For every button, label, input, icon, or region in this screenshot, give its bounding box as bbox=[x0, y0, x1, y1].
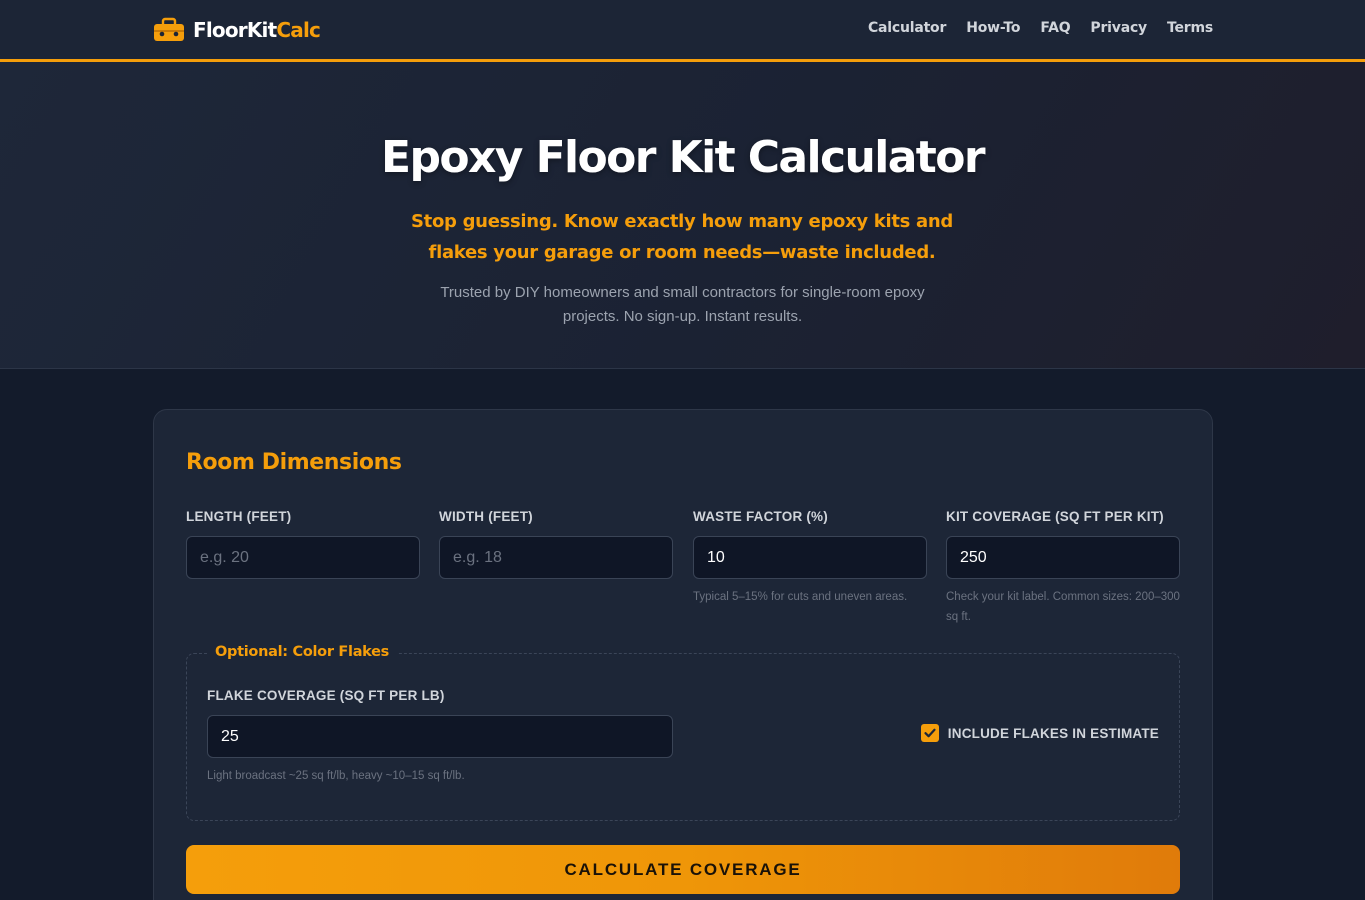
waste-factor-hint: Typical 5–15% for cuts and uneven areas. bbox=[693, 591, 908, 603]
top-navigation-bar: FloorKitCalc Calculator How-To FAQ Priva… bbox=[0, 0, 1365, 62]
flake-coverage-input[interactable] bbox=[207, 715, 673, 758]
kit-coverage-field-group: KIT COVERAGE (SQ FT PER KIT) Check your … bbox=[946, 508, 1180, 627]
length-field-group: LENGTH (FEET) bbox=[186, 508, 420, 579]
kit-coverage-input[interactable] bbox=[946, 536, 1180, 579]
length-input[interactable] bbox=[186, 536, 420, 579]
calculate-coverage-button[interactable]: CALCULATE COVERAGE bbox=[186, 845, 1180, 894]
main-nav: Calculator How-To FAQ Privacy Terms bbox=[868, 20, 1213, 36]
calculator-card: Room Dimensions LENGTH (FEET) WIDTH (FEE… bbox=[153, 409, 1213, 900]
color-flakes-fieldset: Optional: Color Flakes FLAKE COVERAGE (S… bbox=[186, 644, 1180, 821]
kit-coverage-label: KIT COVERAGE (SQ FT PER KIT) bbox=[946, 509, 1164, 524]
include-flakes-toggle[interactable]: INCLUDE FLAKES IN ESTIMATE bbox=[920, 724, 1159, 742]
flake-coverage-label: FLAKE COVERAGE (SQ FT PER LB) bbox=[207, 688, 445, 703]
toolbox-icon bbox=[154, 17, 184, 41]
page-title: Epoxy Floor Kit Calculator bbox=[381, 132, 986, 183]
nav-link-how-to[interactable]: How-To bbox=[966, 20, 1020, 36]
include-flakes-checkbox[interactable] bbox=[920, 724, 939, 742]
flake-coverage-hint: Light broadcast ~25 sq ft/lb, heavy ~10–… bbox=[207, 770, 465, 782]
flake-coverage-field-group: FLAKE COVERAGE (SQ FT PER LB) Light broa… bbox=[207, 687, 673, 786]
width-input[interactable] bbox=[439, 536, 673, 579]
brand-name: FloorKitCalc bbox=[193, 18, 321, 42]
width-field-group: WIDTH (FEET) bbox=[439, 508, 673, 579]
nav-link-calculator[interactable]: Calculator bbox=[868, 20, 946, 36]
checkmark-icon bbox=[924, 728, 936, 738]
nav-link-faq[interactable]: FAQ bbox=[1040, 20, 1070, 36]
width-label: WIDTH (FEET) bbox=[439, 509, 533, 524]
nav-link-privacy[interactable]: Privacy bbox=[1090, 20, 1147, 36]
hero-description: Trusted by DIY homeowners and small cont… bbox=[440, 284, 925, 325]
nav-link-terms[interactable]: Terms bbox=[1167, 20, 1213, 36]
brand-name-accent: Calc bbox=[276, 18, 321, 42]
waste-factor-label: WASTE FACTOR (%) bbox=[693, 509, 828, 524]
length-label: LENGTH (FEET) bbox=[186, 509, 292, 524]
color-flakes-legend: Optional: Color Flakes bbox=[207, 644, 398, 660]
hero-subtitle: Stop guessing. Know exactly how many epo… bbox=[411, 211, 953, 263]
section-title-room-dimensions: Room Dimensions bbox=[186, 450, 402, 475]
hero-section: Epoxy Floor Kit Calculator Stop guessing… bbox=[0, 62, 1365, 369]
brand-name-main: FloorKit bbox=[193, 18, 277, 42]
brand-logo[interactable]: FloorKitCalc bbox=[153, 15, 321, 45]
include-flakes-label: INCLUDE FLAKES IN ESTIMATE bbox=[947, 725, 1159, 741]
waste-factor-field-group: WASTE FACTOR (%) Typical 5–15% for cuts … bbox=[693, 508, 927, 607]
kit-coverage-hint: Check your kit label. Common sizes: 200–… bbox=[946, 591, 1180, 623]
waste-factor-input[interactable] bbox=[693, 536, 927, 579]
